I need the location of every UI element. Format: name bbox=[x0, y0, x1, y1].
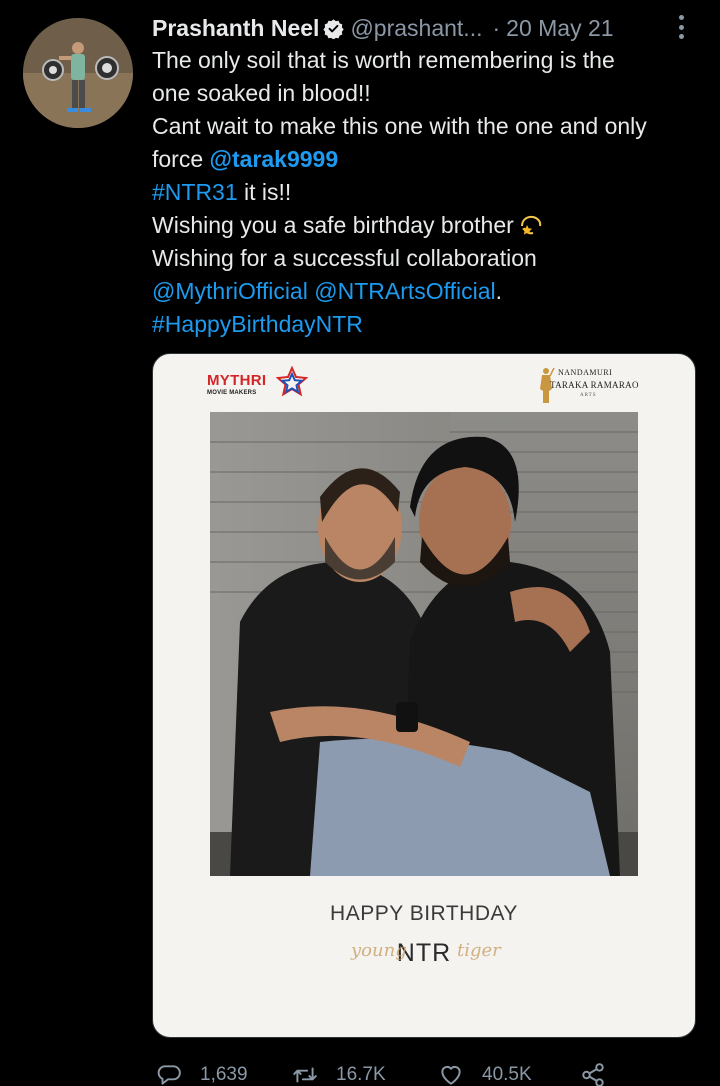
ntr-arts-line3: ARTS bbox=[580, 393, 597, 398]
ntr-arts-line2: TARAKA RAMARAO bbox=[550, 380, 639, 390]
birthday-caption-line2: NTR bbox=[396, 939, 452, 967]
tweet-line: The only soil that is worth remembering … bbox=[152, 47, 615, 73]
tweet-text-fragment: Wishing you a safe birthday brother bbox=[152, 212, 514, 238]
hashtag-ntr31[interactable]: #NTR31 bbox=[152, 179, 238, 205]
tweet-text-fragment: force bbox=[152, 146, 210, 172]
reply-count: 1,639 bbox=[200, 1064, 248, 1085]
tweet-text-fragment: it is!! bbox=[237, 179, 292, 205]
reply-icon bbox=[157, 1065, 181, 1085]
birthday-caption-line1: HAPPY BIRTHDAY bbox=[330, 902, 518, 925]
tweet-header: Prashanth Neel @prashant... · 20 May 21 bbox=[152, 12, 614, 44]
mention-tarak[interactable]: @tarak9999 bbox=[210, 146, 339, 172]
heart-icon bbox=[441, 1065, 461, 1085]
dizzy-emoji-icon bbox=[520, 215, 541, 235]
tweet-line: #NTR31 it is!! bbox=[152, 176, 707, 209]
share-icon bbox=[582, 1063, 604, 1086]
script-text-left: young bbox=[351, 940, 407, 961]
avatar-image bbox=[23, 18, 133, 128]
ntr-arts-line1: NANDAMURI bbox=[558, 368, 613, 377]
tweet-line: force @tarak9999 bbox=[152, 143, 707, 176]
author-avatar[interactable] bbox=[23, 18, 133, 128]
header-separator: · bbox=[492, 14, 501, 41]
mythri-logo-sub: MOVIE MAKERS bbox=[207, 390, 257, 396]
tweet-line: one soaked in blood!! bbox=[152, 80, 371, 106]
hashtag-happybirthdayntr[interactable]: #HappyBirthdayNTR bbox=[152, 311, 363, 337]
author-handle[interactable]: @prashant... bbox=[350, 15, 482, 42]
tweet-line: @MythriOfficial @NTRArtsOfficial. bbox=[152, 275, 707, 308]
mythri-logo: MYTHRI MOVIE MAKERS bbox=[207, 366, 317, 406]
portrait-photo bbox=[210, 412, 638, 876]
author-name[interactable]: Prashanth Neel bbox=[152, 15, 319, 42]
portrait-illustration bbox=[210, 412, 638, 876]
tweet-line: Cant wait to make this one with the one … bbox=[152, 113, 647, 139]
tweet-media-image[interactable]: MYTHRI MOVIE MAKERS NANDAMURI TARAKA RAM… bbox=[152, 353, 696, 1038]
reply-button[interactable]: 1,639 bbox=[156, 1060, 248, 1086]
tweet-line: #HappyBirthdayNTR bbox=[152, 308, 707, 341]
script-text-right: tiger bbox=[457, 940, 501, 961]
tweet-text: The only soil that is worth remembering … bbox=[152, 44, 707, 341]
retweet-button[interactable]: 16.7K bbox=[292, 1060, 386, 1086]
ntr-arts-logo: NANDAMURI TARAKA RAMARAO ARTS bbox=[536, 364, 646, 408]
verified-badge-icon bbox=[323, 18, 345, 39]
like-count: 40.5K bbox=[482, 1064, 532, 1085]
tweet-actions-bar: 1,639 16.7K 40.5K bbox=[152, 1060, 652, 1086]
star-logo-icon bbox=[275, 366, 309, 397]
like-button[interactable]: 40.5K bbox=[438, 1060, 532, 1086]
tweet-line: Wishing you a safe birthday brother bbox=[152, 209, 707, 242]
tweet-text-fragment: . bbox=[495, 278, 503, 304]
mythri-logo-name: MYTHRI bbox=[207, 372, 267, 389]
mention-mythri[interactable]: @MythriOfficial bbox=[152, 278, 308, 304]
share-button[interactable] bbox=[580, 1060, 606, 1086]
retweet-icon bbox=[293, 1067, 317, 1083]
tweet-line: Wishing for a successful collaboration bbox=[152, 245, 537, 271]
retweet-count: 16.7K bbox=[336, 1064, 386, 1085]
more-vertical-icon[interactable] bbox=[672, 12, 690, 42]
mention-ntrarts[interactable]: @NTRArtsOfficial bbox=[314, 278, 495, 304]
tweet-date[interactable]: 20 May 21 bbox=[506, 15, 613, 42]
